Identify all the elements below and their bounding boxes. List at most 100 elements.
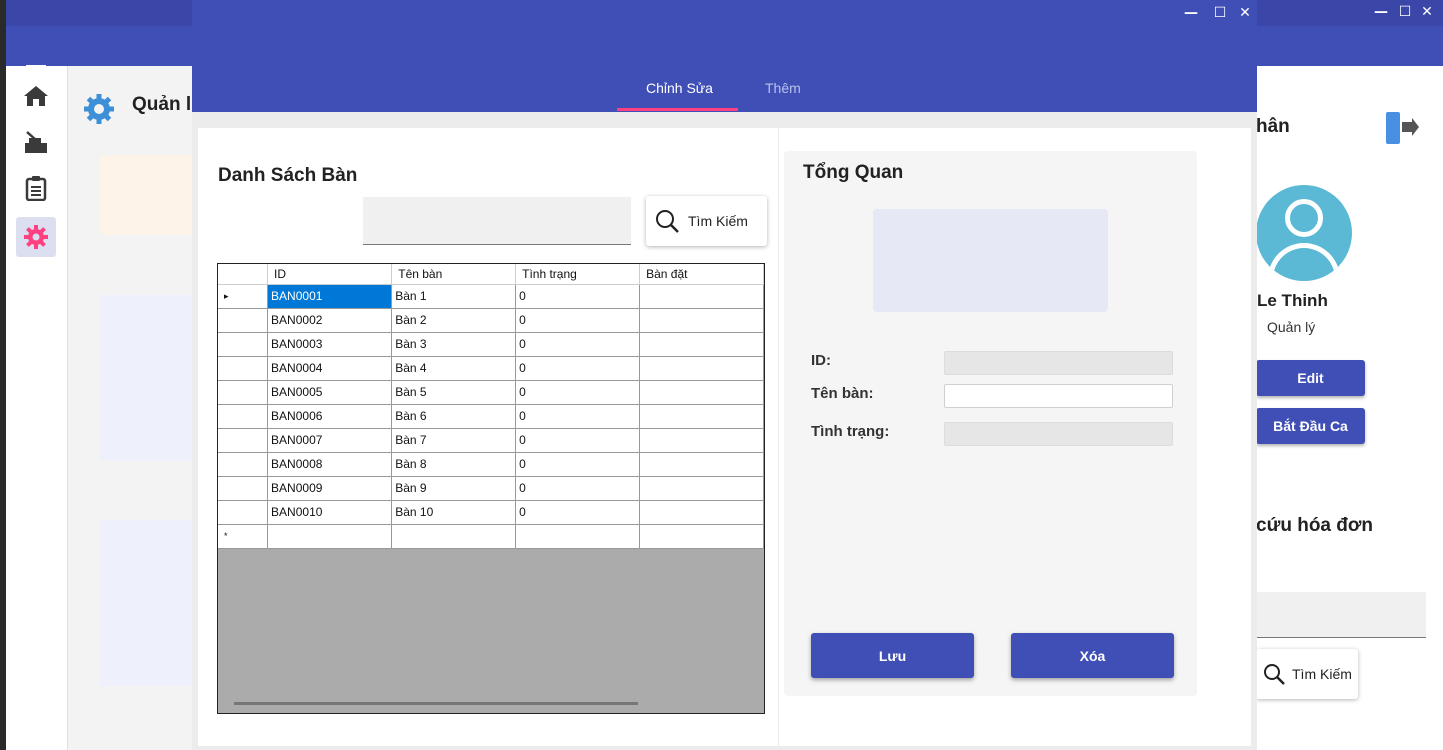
- edit-profile-button[interactable]: Edit: [1256, 360, 1365, 396]
- table-cell[interactable]: [639, 356, 764, 381]
- table-cell[interactable]: BAN0007: [267, 428, 393, 453]
- table-cell[interactable]: BAN0008: [267, 452, 393, 477]
- sidebar-item-kitchen[interactable]: [16, 122, 56, 162]
- table-cell[interactable]: Bàn 6: [391, 404, 517, 429]
- table-cell[interactable]: Bàn 5: [391, 380, 517, 405]
- table-cell[interactable]: 0: [515, 500, 641, 525]
- row-header[interactable]: [218, 380, 269, 405]
- dialog-minimize-button[interactable]: —: [1182, 5, 1200, 21]
- table-cell[interactable]: Bàn 7: [391, 428, 517, 453]
- column-header-id[interactable]: ID: [267, 264, 393, 285]
- overview-card: Tổng Quan ID: Tên bàn: Tình trạng: Lưu X…: [784, 151, 1197, 696]
- sidebar-item-settings[interactable]: [16, 217, 56, 257]
- table-cell[interactable]: BAN0006: [267, 404, 393, 429]
- table-cell[interactable]: 0: [515, 356, 641, 381]
- sidebar-item-orders[interactable]: [16, 168, 56, 208]
- dialog-close-button[interactable]: ✕: [1236, 5, 1254, 21]
- table-cell[interactable]: [639, 500, 764, 525]
- table-cell[interactable]: [639, 308, 764, 333]
- table-cell[interactable]: BAN0003: [267, 332, 393, 357]
- tab-edit[interactable]: Chỉnh Sửa: [646, 80, 713, 96]
- table-cell[interactable]: BAN0009: [267, 476, 393, 501]
- row-header[interactable]: [218, 404, 269, 429]
- row-header[interactable]: [218, 500, 269, 525]
- table-cell[interactable]: [639, 452, 764, 477]
- table-cell[interactable]: [639, 428, 764, 453]
- minimize-button[interactable]: —: [1372, 4, 1390, 20]
- table-cell[interactable]: 0: [515, 452, 641, 477]
- table-cell[interactable]: 0: [515, 308, 641, 333]
- table-row[interactable]: BAN0008 Bàn 80: [218, 452, 764, 477]
- row-header[interactable]: ▸: [218, 284, 269, 309]
- table-cell[interactable]: BAN0004: [267, 356, 393, 381]
- table-cell[interactable]: Bàn 8: [391, 452, 517, 477]
- table-cell[interactable]: BAN0001: [267, 284, 393, 309]
- table-row[interactable]: BAN0006 Bàn 60: [218, 404, 764, 429]
- row-header[interactable]: [218, 476, 269, 501]
- tab-add[interactable]: Thêm: [765, 80, 801, 96]
- table-cell[interactable]: BAN0002: [267, 308, 393, 333]
- sidebar-item-home[interactable]: [16, 76, 56, 116]
- table-cell[interactable]: Bàn 3: [391, 332, 517, 357]
- table-cell[interactable]: Bàn 4: [391, 356, 517, 381]
- invoice-search-input[interactable]: [1256, 592, 1426, 638]
- table-cell[interactable]: 0: [515, 380, 641, 405]
- table-row[interactable]: BAN0002 Bàn 20: [218, 308, 764, 333]
- table-row[interactable]: BAN0009 Bàn 90: [218, 476, 764, 501]
- table-row[interactable]: BAN0007 Bàn 70: [218, 428, 764, 453]
- invoice-search-button[interactable]: Tìm Kiếm: [1256, 649, 1358, 699]
- save-button[interactable]: Lưu: [811, 633, 974, 678]
- table-name-field[interactable]: [944, 384, 1173, 408]
- table-row[interactable]: BAN0005 Bàn 50: [218, 380, 764, 405]
- table-cell[interactable]: [267, 524, 393, 549]
- table-cell[interactable]: BAN0010: [267, 500, 393, 525]
- table-cell[interactable]: BAN0005: [267, 380, 393, 405]
- horizontal-scrollbar[interactable]: [234, 702, 638, 705]
- table-row[interactable]: BAN0010 Bàn 10 0: [218, 500, 764, 525]
- table-row[interactable]: BAN0003 Bàn 30: [218, 332, 764, 357]
- table-row[interactable]: ▸ BAN0001 Bàn 10: [218, 284, 764, 309]
- search-button[interactable]: Tìm Kiếm: [646, 196, 767, 246]
- table-cell[interactable]: Bàn 9: [391, 476, 517, 501]
- table-cell[interactable]: [639, 476, 764, 501]
- table-cell[interactable]: [639, 284, 764, 309]
- table-cell[interactable]: 0: [515, 476, 641, 501]
- new-row[interactable]: *: [218, 524, 764, 549]
- row-header[interactable]: [218, 356, 269, 381]
- tables-grid[interactable]: ID Tên bàn Tình trạng Bàn đặt ▸ BAN0001 Bà…: [217, 263, 765, 714]
- table-cell[interactable]: 0: [515, 284, 641, 309]
- dialog-maximize-button[interactable]: ☐: [1211, 5, 1229, 21]
- row-header[interactable]: [218, 332, 269, 357]
- row-header[interactable]: [218, 452, 269, 477]
- row-header[interactable]: [218, 428, 269, 453]
- column-header-name[interactable]: Tên bàn: [391, 264, 517, 285]
- row-header[interactable]: [218, 308, 269, 333]
- search-input[interactable]: [363, 197, 631, 245]
- close-button[interactable]: ✕: [1418, 4, 1436, 20]
- table-cell[interactable]: [391, 524, 517, 549]
- column-header-reserved[interactable]: Bàn đặt: [639, 264, 764, 285]
- table-cell[interactable]: [639, 404, 764, 429]
- start-shift-button[interactable]: Bắt Đầu Ca: [1256, 408, 1365, 444]
- table-cell[interactable]: [639, 380, 764, 405]
- id-field[interactable]: [944, 351, 1173, 375]
- table-cell[interactable]: [639, 332, 764, 357]
- column-header-status[interactable]: Tình trạng: [515, 264, 641, 285]
- table-cell[interactable]: 0: [515, 404, 641, 429]
- maximize-button[interactable]: ☐: [1396, 4, 1414, 20]
- table-cell[interactable]: Bàn 10: [391, 500, 517, 525]
- search-icon: [1264, 664, 1285, 685]
- row-header[interactable]: *: [218, 524, 269, 549]
- table-cell[interactable]: [515, 524, 641, 549]
- table-cell[interactable]: [639, 524, 764, 549]
- id-label: ID:: [811, 352, 831, 369]
- table-row[interactable]: BAN0004 Bàn 40: [218, 356, 764, 381]
- table-cell[interactable]: Bàn 2: [391, 308, 517, 333]
- delete-button[interactable]: Xóa: [1011, 633, 1174, 678]
- table-cell[interactable]: 0: [515, 428, 641, 453]
- table-cell[interactable]: Bàn 1: [391, 284, 517, 309]
- dialog-body: Danh Sách Bàn Tìm Kiếm ID Tên bàn Tình t…: [192, 112, 1257, 750]
- table-cell[interactable]: 0: [515, 332, 641, 357]
- status-field[interactable]: [944, 422, 1173, 446]
- logout-icon[interactable]: [1384, 110, 1420, 146]
